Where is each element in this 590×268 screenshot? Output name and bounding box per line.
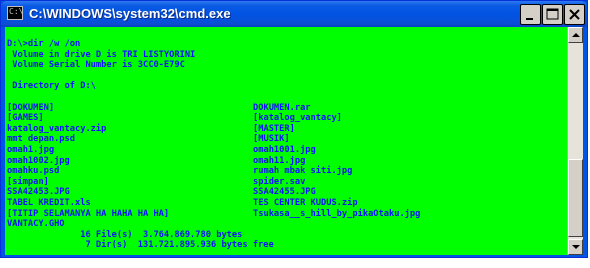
scrollbar-thumb[interactable] bbox=[568, 159, 583, 237]
listing-row: [GAMES] [katalog_vantacy] bbox=[7, 113, 567, 124]
arrow-down-icon bbox=[572, 245, 580, 249]
listing-entry: omah1002.jpg bbox=[7, 155, 70, 166]
title-bar[interactable]: C:\ C:\WINDOWS\system32\cmd.exe bbox=[1, 1, 587, 27]
listing-row: VANTACY.GHO bbox=[7, 219, 567, 230]
dir-count-summary: 7 Dir(s) 131.721.895.936 bytes free bbox=[7, 240, 274, 251]
maximize-icon bbox=[546, 8, 559, 20]
volume-serial-line: Volume Serial Number is 3CC0-E79C bbox=[7, 60, 185, 71]
close-icon bbox=[569, 9, 580, 20]
file-count-summary: 16 File(s) 3.764.869.780 bytes bbox=[7, 229, 243, 240]
listing-row: omah1002.jpg omah11.jpg bbox=[7, 156, 567, 167]
listing-entry: VANTACY.GHO bbox=[7, 219, 65, 230]
maximize-button[interactable] bbox=[542, 4, 563, 25]
listing-entry: [MASTER] bbox=[253, 123, 295, 134]
listing-entry: SSA42453.JPG bbox=[7, 187, 70, 198]
listing-row: SSA42453.JPG SSA42455.JPG bbox=[7, 187, 567, 198]
listing-row: [simpan] spider.sav bbox=[7, 177, 567, 188]
listing-entry: [GAMES] bbox=[7, 113, 44, 124]
listing-row: [TITIP SELAMANYA HA HAHA HA HA] Tsukasa__… bbox=[7, 209, 567, 220]
listing-entry: Tsukasa__s_hill_by_pikaOtaku.jpg bbox=[253, 208, 421, 219]
window-title: C:\WINDOWS\system32\cmd.exe bbox=[29, 6, 231, 21]
console-output[interactable]: D:\>dir /w /on Volume in drive D is TRI … bbox=[5, 27, 567, 255]
listing-row: TABEL KREDIT.xls TES CENTER KUDUS.zip bbox=[7, 198, 567, 209]
listing-row: omahku.psd rumah mbak siti.jpg bbox=[7, 166, 567, 177]
arrow-up-icon bbox=[572, 33, 580, 37]
listing-entry: katalog_vantacy.zip bbox=[7, 123, 107, 134]
directory-line: Directory of D:\ bbox=[7, 81, 96, 92]
console-client-area: D:\>dir /w /on Volume in drive D is TRI … bbox=[5, 27, 583, 255]
minimize-icon bbox=[526, 18, 533, 20]
close-button[interactable] bbox=[564, 4, 585, 25]
vertical-scrollbar[interactable] bbox=[567, 27, 583, 255]
scroll-down-button[interactable] bbox=[568, 239, 583, 255]
listing-row: [DOKUMEN] DOKUMEN.rar bbox=[7, 103, 567, 114]
listing-row: mmt depan.psd [MUSIK] bbox=[7, 134, 567, 145]
listing-entry: omah1.jpg bbox=[7, 144, 55, 155]
listing-entry: mmt depan.psd bbox=[7, 134, 75, 145]
listing-entry: omahku.psd bbox=[7, 166, 60, 177]
listing-entry: TABEL KREDIT.xls bbox=[7, 197, 91, 208]
listing-entry: [TITIP SELAMANYA HA HAHA HA HA] bbox=[7, 208, 170, 219]
cmd-window: C:\ C:\WINDOWS\system32\cmd.exe D:\>dir … bbox=[0, 0, 588, 258]
listing-entry: omah11.jpg bbox=[253, 155, 306, 166]
listing-row: omah1.jpg omah1001.jpg bbox=[7, 145, 567, 156]
listing-entry: SSA42455.JPG bbox=[253, 187, 316, 198]
listing-entry: TES CENTER KUDUS.zip bbox=[253, 197, 358, 208]
volume-label-line: Volume in drive D is TRI LISTYORINI bbox=[7, 49, 196, 60]
cmd-app-icon[interactable]: C:\ bbox=[7, 6, 23, 20]
listing-entry: DOKUMEN.rar bbox=[253, 102, 311, 113]
scroll-up-button[interactable] bbox=[568, 27, 583, 43]
listing-entry: rumah mbak siti.jpg bbox=[253, 166, 353, 177]
listing-entry: [DOKUMEN] bbox=[7, 102, 55, 113]
listing-entry: [simpan] bbox=[7, 176, 49, 187]
command-line: D:\>dir /w /on bbox=[7, 39, 81, 49]
listing-row: katalog_vantacy.zip [MASTER] bbox=[7, 124, 567, 135]
listing-entry: [MUSIK] bbox=[253, 134, 290, 145]
listing-entry: [katalog_vantacy] bbox=[253, 113, 342, 124]
minimize-button[interactable] bbox=[520, 4, 541, 25]
listing-entry: spider.sav bbox=[253, 176, 306, 187]
listing-entry: omah1001.jpg bbox=[253, 144, 316, 155]
